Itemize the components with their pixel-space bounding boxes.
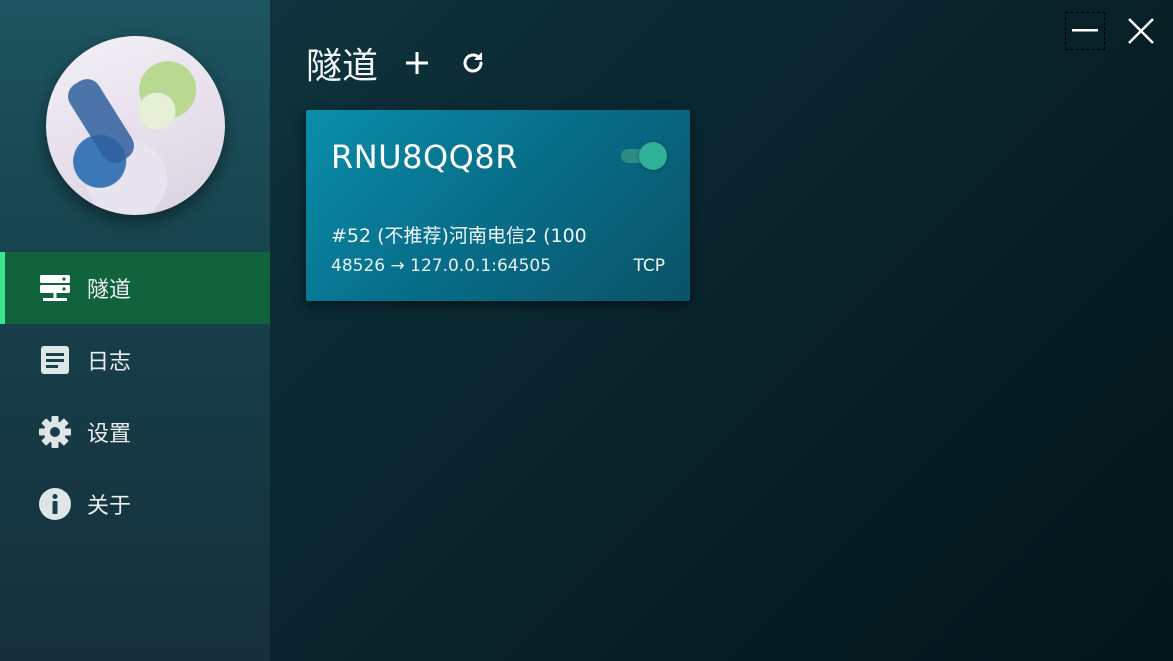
- toggle-knob: [639, 142, 667, 170]
- add-tunnel-button[interactable]: [402, 48, 432, 78]
- user-avatar[interactable]: [46, 36, 225, 215]
- sidebar: 隧道 日志 设置 关于: [0, 0, 270, 661]
- tunnel-route: 48526 → 127.0.0.1:64505: [331, 256, 552, 276]
- sidebar-item-label: 关于: [87, 494, 132, 519]
- sidebar-item-label: 设置: [87, 422, 132, 447]
- sidebar-item-logs[interactable]: 日志: [0, 324, 270, 396]
- sidebar-item-label: 日志: [87, 350, 132, 375]
- server-icon: [38, 271, 72, 305]
- tunnel-enable-toggle[interactable]: [619, 142, 667, 170]
- sidebar-item-settings[interactable]: 设置: [0, 396, 270, 468]
- document-icon: [38, 343, 72, 377]
- tunnel-card[interactable]: RNU8QQ8R #52 (不推荐)河南电信2 (100 48526 → 127…: [306, 110, 690, 301]
- info-icon: [38, 487, 72, 521]
- sidebar-item-about[interactable]: 关于: [0, 468, 270, 540]
- close-icon: [1128, 18, 1154, 44]
- refresh-icon: [463, 52, 483, 73]
- plus-icon: [406, 52, 429, 74]
- tunnel-protocol: TCP: [633, 256, 665, 276]
- sidebar-item-label: 隧道: [87, 278, 132, 303]
- tunnel-name: RNU8QQ8R: [331, 138, 518, 176]
- close-button[interactable]: [1125, 15, 1157, 47]
- sidebar-item-tunnels[interactable]: 隧道: [0, 252, 270, 324]
- minimize-icon: [1072, 29, 1098, 32]
- minimize-button[interactable]: [1065, 12, 1105, 50]
- tunnel-node: #52 (不推荐)河南电信2 (100: [331, 225, 587, 247]
- gear-icon: [38, 415, 72, 449]
- page-title: 隧道: [306, 46, 379, 87]
- page-header: 隧道: [306, 38, 488, 88]
- refresh-button[interactable]: [458, 48, 488, 78]
